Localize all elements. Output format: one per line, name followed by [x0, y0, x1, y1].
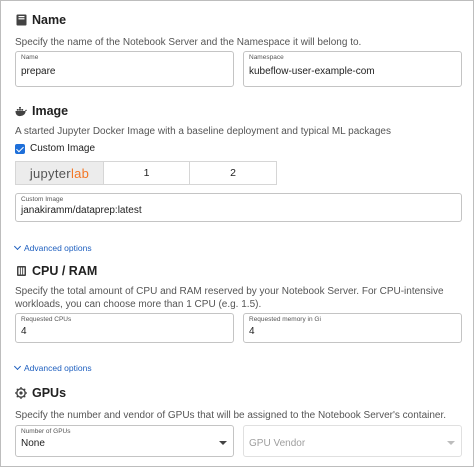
requested-memory-field[interactable]: Requested memory in Gi 4 [243, 313, 462, 343]
gpu-section-description: Specify the number and vendor of GPUs th… [15, 410, 447, 421]
number-of-gpus-label: Number of GPUs [21, 428, 71, 435]
checkbox-checked-icon[interactable] [15, 143, 25, 154]
cpu-ram-advanced-options-link[interactable]: Advanced options [13, 362, 92, 373]
namespace-field-label: Namespace [249, 54, 284, 61]
custom-image-field[interactable]: Custom Image janakiramm/dataprep:latest [15, 193, 462, 222]
gpu-section-title: GPUs [32, 386, 67, 400]
image-tabs: jupyterlab 1 2 [15, 161, 277, 185]
name-section-title: Name [32, 13, 67, 27]
tab-2[interactable]: 2 [190, 162, 276, 184]
namespace-field[interactable]: Namespace kubeflow-user-example-com [243, 51, 462, 87]
custom-image-checkbox[interactable]: Custom Image [15, 143, 95, 154]
cpu-ram-section-heading: CPU / RAM [15, 264, 97, 278]
dropdown-arrow-icon [447, 441, 455, 445]
image-advanced-options-label: Advanced options [24, 243, 92, 253]
image-section-heading: Image [15, 104, 68, 118]
gpu-section-heading: GPUs [15, 386, 66, 400]
notebook-server-form: Name Specify the name of the Notebook Se… [0, 0, 474, 467]
cpu-ram-section-description: Specify the total amount of CPU and RAM … [15, 286, 444, 310]
cpu-ram-advanced-options-label: Advanced options [24, 363, 92, 373]
dropdown-arrow-icon [219, 441, 227, 445]
custom-image-field-value: janakiramm/dataprep:latest [21, 205, 142, 216]
image-section-title: Image [32, 104, 69, 118]
namespace-field-value: kubeflow-user-example-com [249, 66, 375, 77]
requested-memory-value: 4 [249, 326, 255, 337]
jupyterlab-logo: jupyterlab [29, 165, 90, 181]
requested-cpus-value: 4 [21, 326, 27, 337]
gpu-vendor-placeholder: GPU Vendor [249, 438, 306, 449]
chevron-down-icon [13, 362, 22, 371]
tab-jupyterlab[interactable]: jupyterlab [16, 162, 104, 184]
docker-whale-icon [15, 105, 27, 117]
book-icon [15, 14, 27, 26]
requested-cpus-field[interactable]: Requested CPUs 4 [15, 313, 234, 343]
gpu-chip-icon [15, 387, 27, 399]
name-section-description: Specify the name of the Notebook Server … [15, 37, 362, 48]
tab-1[interactable]: 1 [104, 162, 190, 184]
number-of-gpus-value: None [21, 438, 45, 449]
name-field-label: Name [21, 54, 39, 61]
image-advanced-options-link[interactable]: Advanced options [13, 242, 92, 253]
name-section-heading: Name [15, 13, 66, 27]
requested-cpus-label: Requested CPUs [21, 316, 72, 323]
name-field-value: prepare [21, 66, 56, 77]
memory-chip-icon [15, 265, 27, 277]
requested-memory-label: Requested memory in Gi [249, 316, 321, 323]
custom-image-checkbox-label: Custom Image [30, 143, 96, 154]
cpu-ram-section-title: CPU / RAM [32, 264, 98, 278]
custom-image-field-label: Custom Image [21, 196, 64, 203]
name-field[interactable]: Name prepare [15, 51, 234, 87]
number-of-gpus-select[interactable]: Number of GPUs None [15, 425, 234, 457]
gpu-vendor-select[interactable]: GPU Vendor [243, 425, 462, 457]
image-section-description: A started Jupyter Docker Image with a ba… [15, 126, 391, 137]
chevron-down-icon [13, 242, 22, 251]
